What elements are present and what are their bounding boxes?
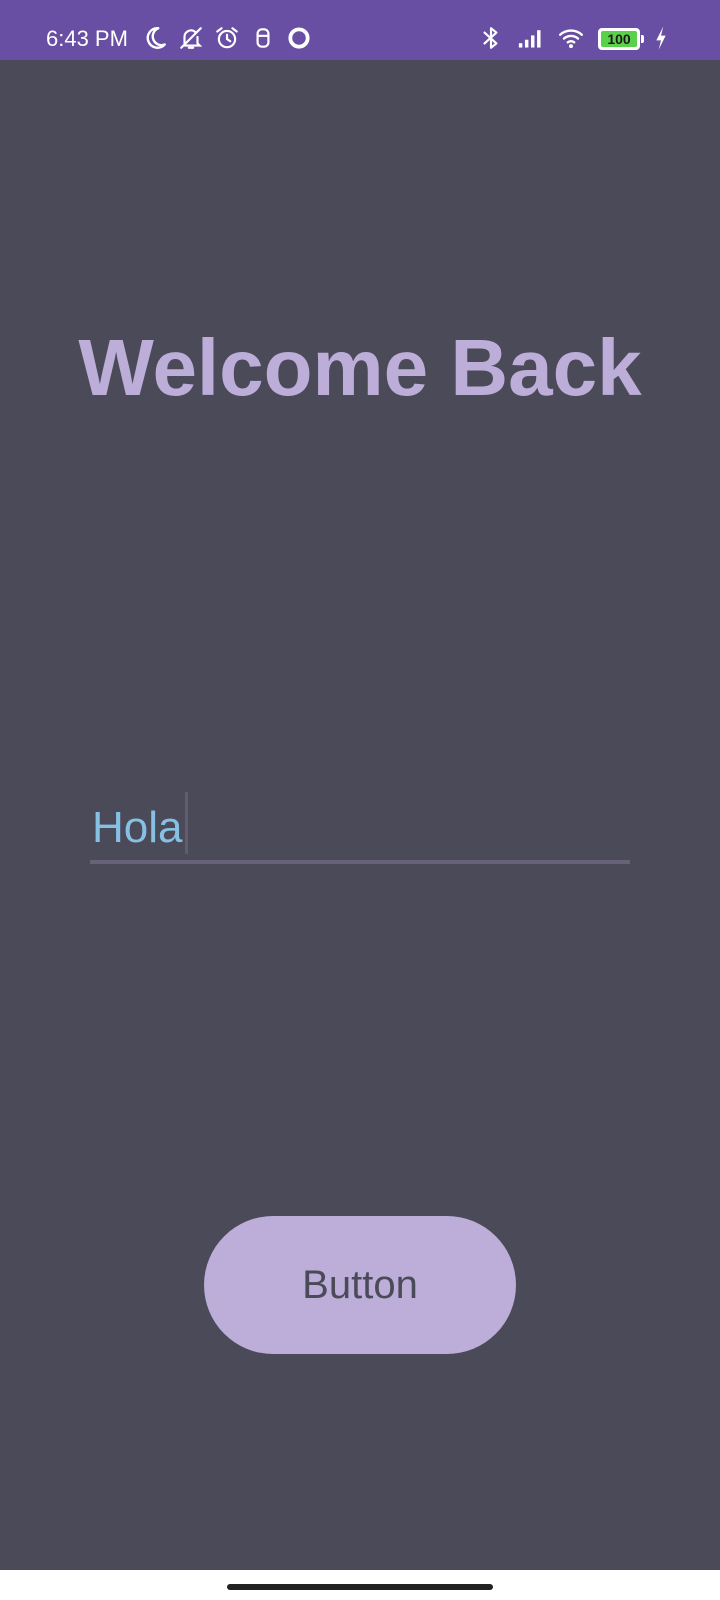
- sim-icon: [250, 24, 276, 52]
- battery-icon: 100: [598, 28, 644, 50]
- text-input-underline: [90, 860, 630, 864]
- page-title: Welcome Back: [78, 323, 642, 412]
- moon-icon: [142, 24, 168, 52]
- status-bar: 6:43 PM 100: [0, 0, 720, 60]
- text-input-field[interactable]: Hola: [90, 768, 630, 866]
- status-icons-left: [142, 24, 312, 52]
- alarm-icon: [214, 24, 240, 52]
- bluetooth-icon: [478, 24, 504, 52]
- wifi-icon: [558, 24, 584, 52]
- charging-icon: [654, 24, 668, 52]
- text-cursor: [184, 792, 188, 854]
- primary-button[interactable]: Button: [204, 1216, 516, 1354]
- signal-icon: [518, 24, 544, 52]
- battery-level: 100: [607, 31, 631, 47]
- status-icons-right: 100: [478, 24, 668, 52]
- notifications-off-icon: [178, 24, 204, 52]
- circle-icon: [286, 24, 312, 52]
- home-indicator[interactable]: [227, 1584, 493, 1590]
- text-input-value[interactable]: Hola: [92, 792, 188, 854]
- status-time: 6:43 PM: [46, 26, 128, 51]
- battery-tip: [641, 35, 644, 43]
- text-input-text: Hola: [92, 803, 183, 852]
